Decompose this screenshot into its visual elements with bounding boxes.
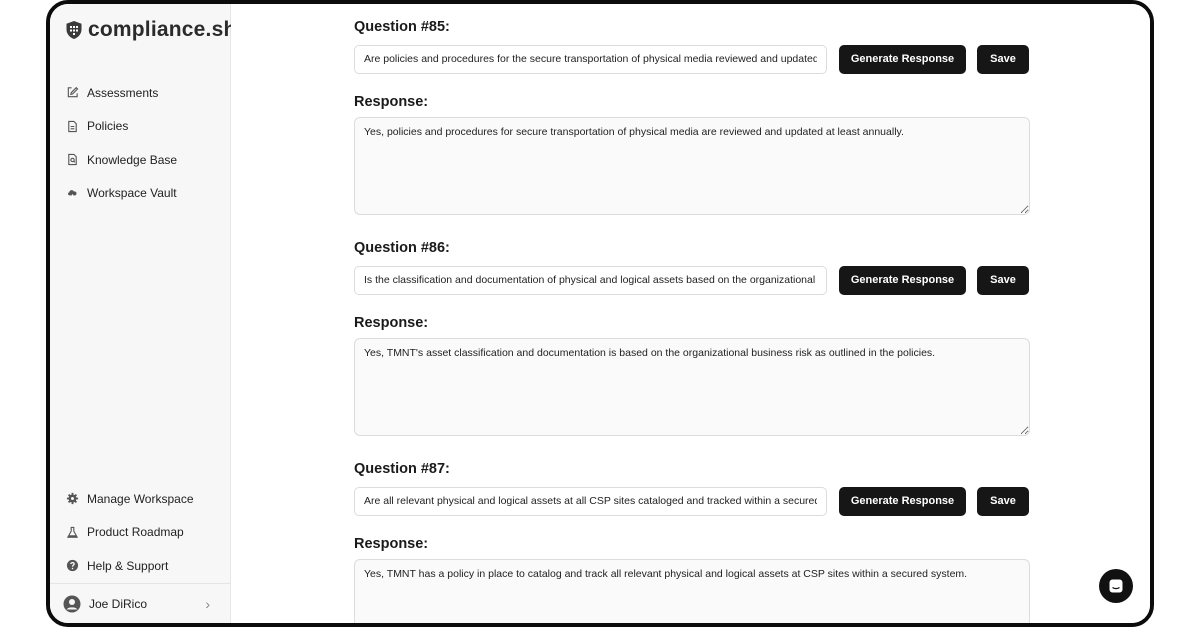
- sidebar-item-knowledge-base[interactable]: Knowledge Base: [50, 143, 230, 177]
- shield-logo-icon: [66, 21, 82, 39]
- generate-response-button[interactable]: Generate Response: [839, 265, 966, 295]
- save-button[interactable]: Save: [977, 44, 1029, 74]
- sidebar-item-manage-workspace[interactable]: Manage Workspace: [50, 482, 230, 516]
- sidebar-item-help-support[interactable]: Help & Support: [50, 549, 230, 583]
- sidebar-item-label: Workspace Vault: [87, 186, 177, 201]
- question-label: Question #85:: [354, 19, 450, 35]
- response-textarea[interactable]: Yes, policies and procedures for secure …: [354, 117, 1030, 215]
- question-block: Question #86: Generate Response Save Res…: [354, 240, 1030, 436]
- response-textarea[interactable]: Yes, TMNT has a policy in place to catal…: [354, 559, 1030, 623]
- question-block: Question #85: Generate Response Save Res…: [354, 19, 1030, 215]
- question-input[interactable]: [354, 265, 827, 295]
- question-label: Question #86:: [354, 240, 450, 256]
- sidebar-item-label: Product Roadmap: [87, 525, 184, 540]
- sidebar-nav-secondary: Manage Workspace Product Roadmap Help & …: [50, 482, 230, 583]
- user-name: Joe DiRico: [89, 596, 148, 611]
- question-label: Question #87:: [354, 461, 450, 477]
- response-label: Response:: [354, 315, 429, 331]
- edit-icon: [67, 87, 79, 98]
- sidebar-item-label: Manage Workspace: [87, 491, 194, 506]
- chat-icon: [1109, 579, 1123, 593]
- app-window: compliance.sh Assessments Policies Knowl…: [46, 0, 1154, 627]
- sidebar: compliance.sh Assessments Policies Knowl…: [50, 4, 236, 623]
- flask-icon: [66, 526, 79, 538]
- question-block: Question #87: Generate Response Save Res…: [354, 461, 1030, 623]
- user-menu[interactable]: Joe DiRico ›: [50, 583, 230, 623]
- sidebar-item-label: Assessments: [87, 85, 159, 100]
- generate-response-button[interactable]: Generate Response: [839, 44, 966, 74]
- sidebar-item-label: Policies: [87, 119, 129, 134]
- sidebar-item-product-roadmap[interactable]: Product Roadmap: [50, 516, 230, 550]
- gear-icon: [66, 493, 79, 505]
- response-textarea[interactable]: Yes, TMNT's asset classification and doc…: [354, 338, 1030, 436]
- save-button[interactable]: Save: [977, 265, 1029, 295]
- document-icon: [68, 120, 77, 132]
- sidebar-item-label: Help & Support: [87, 558, 169, 573]
- question-input[interactable]: [354, 486, 827, 516]
- sidebar-nav-main: Assessments Policies Knowledge Base Work…: [50, 76, 230, 210]
- chat-launcher-button[interactable]: [1099, 569, 1133, 603]
- sidebar-item-workspace-vault[interactable]: Workspace Vault: [50, 177, 230, 211]
- chevron-right-icon: ›: [205, 595, 210, 612]
- response-label: Response:: [354, 536, 429, 552]
- sidebar-item-assessments[interactable]: Assessments: [50, 76, 230, 110]
- main-content: Question #85: Generate Response Save Res…: [231, 4, 1150, 623]
- avatar: [63, 595, 81, 612]
- knowledge-icon: [68, 154, 77, 166]
- sidebar-item-label: Knowledge Base: [87, 152, 178, 167]
- save-button[interactable]: Save: [977, 486, 1029, 516]
- generate-response-button[interactable]: Generate Response: [839, 486, 966, 516]
- brand[interactable]: compliance.sh: [65, 18, 236, 42]
- response-label: Response:: [354, 94, 429, 110]
- brand-name: compliance.sh: [88, 18, 237, 41]
- sidebar-item-policies[interactable]: Policies: [50, 110, 230, 144]
- vault-icon: [68, 189, 77, 200]
- help-icon: [66, 560, 79, 572]
- question-input[interactable]: [354, 44, 827, 74]
